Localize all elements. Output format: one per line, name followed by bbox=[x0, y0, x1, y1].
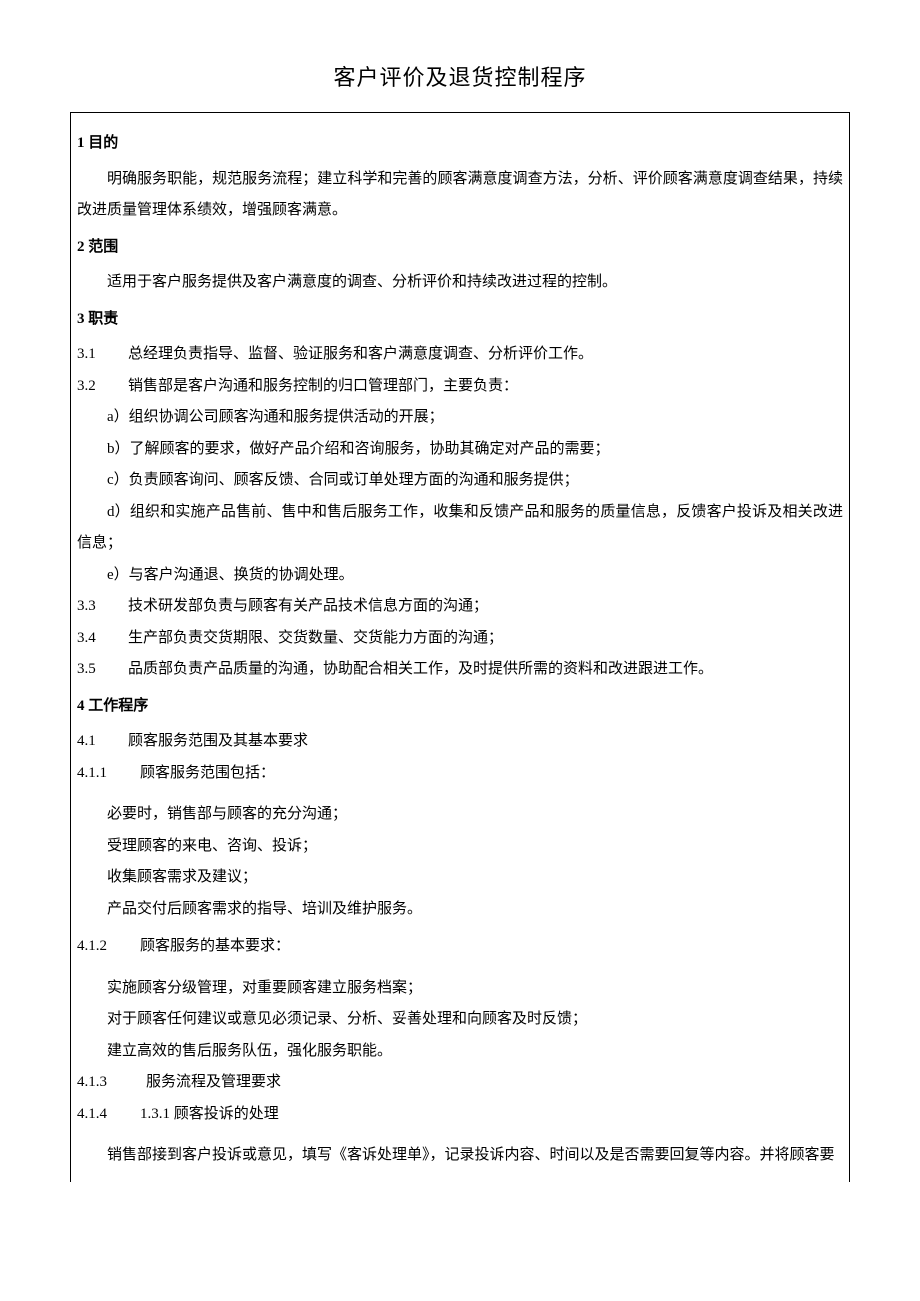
item-text: 品质部负责产品质量的沟通，协助配合相关工作，及时提供所需的资料和改进跟进工作。 bbox=[128, 654, 843, 686]
item-text: 顾客服务范围及其基本要求 bbox=[128, 726, 843, 758]
list-411-item: 产品交付后顾客需求的指导、培训及维护服务。 bbox=[77, 894, 843, 926]
item-number: 3.4 bbox=[77, 623, 113, 655]
item-number: 4.1.4 bbox=[77, 1099, 125, 1131]
sub-item-c: c）负责顾客询问、顾客反馈、合同或订单处理方面的沟通和服务提供； bbox=[77, 465, 843, 497]
item-number: 4.1.3 bbox=[77, 1067, 125, 1099]
list-412-item: 对于顾客任何建议或意见必须记录、分析、妥善处理和向顾客及时反馈； bbox=[77, 1004, 843, 1036]
item-text: 顾客服务范围包括： bbox=[140, 758, 843, 790]
item-number: 3.5 bbox=[77, 654, 113, 686]
list-412-item: 实施顾客分级管理，对重要顾客建立服务档案； bbox=[77, 973, 843, 1005]
item-text: 总经理负责指导、监督、验证服务和客户满意度调查、分析评价工作。 bbox=[128, 339, 843, 371]
document-body-frame: 1 目的 明确服务职能，规范服务流程；建立科学和完善的顾客满意度调查方法，分析、… bbox=[70, 112, 850, 1182]
item-text: 生产部负责交货期限、交货数量、交货能力方面的沟通； bbox=[128, 623, 843, 655]
section-2-heading: 2 范围 bbox=[77, 233, 843, 262]
item-text: 技术研发部负责与顾客有关产品技术信息方面的沟通； bbox=[128, 591, 843, 623]
sub-item-d: d）组织和实施产品售前、售中和售后服务工作，收集和反馈产品和服务的质量信息，反馈… bbox=[77, 497, 843, 560]
item-number: 4.1 bbox=[77, 726, 113, 758]
item-4-1-3: 4.1.3 服务流程及管理要求 bbox=[77, 1067, 843, 1099]
item-text: 服务流程及管理要求 bbox=[146, 1067, 843, 1099]
document-page: 客户评价及退货控制程序 1 目的 明确服务职能，规范服务流程；建立科学和完善的顾… bbox=[0, 0, 920, 1222]
sub-item-a: a）组织协调公司顾客沟通和服务提供活动的开展； bbox=[77, 402, 843, 434]
item-number: 4.1.2 bbox=[77, 931, 125, 963]
section-1-body: 明确服务职能，规范服务流程；建立科学和完善的顾客满意度调查方法，分析、评价顾客满… bbox=[77, 164, 843, 227]
item-3-2: 3.2 销售部是客户沟通和服务控制的归口管理部门，主要负责： bbox=[77, 371, 843, 403]
list-411-item: 受理顾客的来电、咨询、投诉； bbox=[77, 831, 843, 863]
item-number: 3.3 bbox=[77, 591, 113, 623]
document-title: 客户评价及退货控制程序 bbox=[70, 60, 850, 92]
item-number: 3.2 bbox=[77, 371, 113, 403]
item-4-1-4: 4.1.4 1.3.1 顾客投诉的处理 bbox=[77, 1099, 843, 1131]
section-3-heading: 3 职责 bbox=[77, 305, 843, 334]
item-number: 4.1.1 bbox=[77, 758, 125, 790]
item-4-1-1: 4.1.1 顾客服务范围包括： bbox=[77, 758, 843, 790]
item-text: 1.3.1 顾客投诉的处理 bbox=[140, 1099, 843, 1131]
list-411-item: 收集顾客需求及建议； bbox=[77, 862, 843, 894]
item-3-1: 3.1 总经理负责指导、监督、验证服务和客户满意度调查、分析评价工作。 bbox=[77, 339, 843, 371]
list-412-item: 建立高效的售后服务队伍，强化服务职能。 bbox=[77, 1036, 843, 1068]
item-4-1-2: 4.1.2 顾客服务的基本要求： bbox=[77, 931, 843, 963]
list-411-item: 必要时，销售部与顾客的充分沟通； bbox=[77, 799, 843, 831]
item-text: 销售部是客户沟通和服务控制的归口管理部门，主要负责： bbox=[128, 371, 843, 403]
item-3-4: 3.4 生产部负责交货期限、交货数量、交货能力方面的沟通； bbox=[77, 623, 843, 655]
section-1-heading: 1 目的 bbox=[77, 129, 843, 158]
item-4-1: 4.1 顾客服务范围及其基本要求 bbox=[77, 726, 843, 758]
item-3-5: 3.5 品质部负责产品质量的沟通，协助配合相关工作，及时提供所需的资料和改进跟进… bbox=[77, 654, 843, 686]
section-2-body: 适用于客户服务提供及客户满意度的调查、分析评价和持续改进过程的控制。 bbox=[77, 267, 843, 299]
body-4-1-4: 销售部接到客户投诉或意见，填写《客诉处理单》，记录投诉内容、时间以及是否需要回复… bbox=[77, 1140, 843, 1172]
item-text: 顾客服务的基本要求： bbox=[140, 931, 843, 963]
item-3-3: 3.3 技术研发部负责与顾客有关产品技术信息方面的沟通； bbox=[77, 591, 843, 623]
sub-item-e: e）与客户沟通退、换货的协调处理。 bbox=[77, 560, 843, 592]
section-4-heading: 4 工作程序 bbox=[77, 692, 843, 721]
item-number: 3.1 bbox=[77, 339, 113, 371]
sub-item-b: b）了解顾客的要求，做好产品介绍和咨询服务，协助其确定对产品的需要； bbox=[77, 434, 843, 466]
